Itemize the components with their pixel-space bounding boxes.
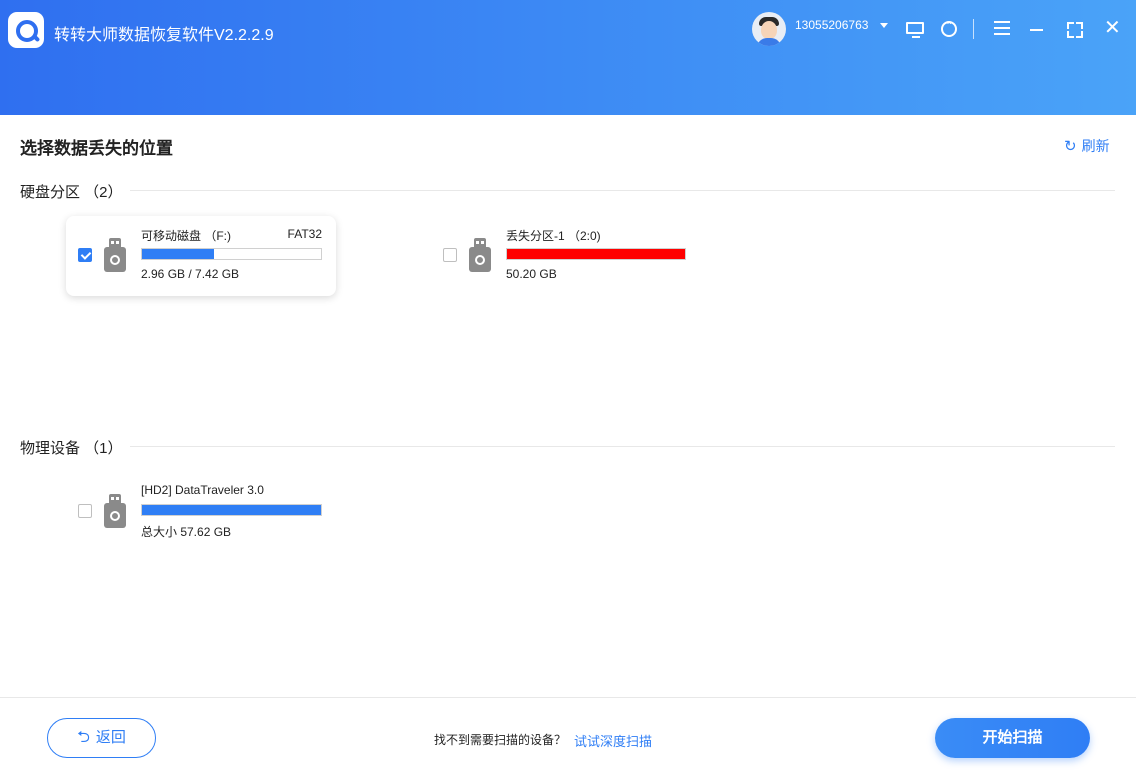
refresh-button[interactable]: ↻ 刷新 [1064,136,1110,156]
device-card-hd2[interactable]: [HD2] DataTraveler 3.0 总大小 57.62 GB [66,472,336,552]
partition-name: 丢失分区-1 （2:0) [506,229,601,243]
partition-name: 可移动磁盘 （F:) [141,229,231,243]
monitor-icon[interactable] [906,22,924,38]
device-name: [HD2] DataTraveler 3.0 [141,483,264,497]
partition-card-f[interactable]: 可移动磁盘 （F:) FAT32 2.96 GB / 7.42 GB [66,216,336,296]
device-checkbox[interactable] [78,504,92,518]
usb-drive-icon [104,238,126,272]
minimize-icon[interactable] [1030,29,1043,31]
partition-filesystem: FAT32 [287,227,322,241]
back-arrow-icon: ⮌ [77,729,90,746]
close-icon[interactable]: ✕ [1104,18,1121,38]
partition-size: 2.96 GB / 7.42 GB [141,267,240,281]
page-title: 选择数据丢失的位置 [20,139,173,158]
usb-drive-icon [469,238,491,272]
section-divider [130,190,1115,191]
refresh-icon: ↻ [1064,138,1077,155]
usb-drive-icon [104,494,126,528]
username[interactable]: 13055206763 [795,18,868,32]
chevron-down-icon[interactable] [880,23,888,28]
section-divider [130,446,1115,447]
usage-bar [141,248,322,260]
partitions-header: 硬盘分区 （2） [20,184,123,201]
menu-icon[interactable] [994,21,1010,35]
footer-divider [0,697,1136,698]
refresh-label: 刷新 [1081,138,1110,154]
partition-checkbox[interactable] [443,248,457,262]
back-label: 返回 [95,729,126,746]
usage-bar-fill [507,249,685,259]
usage-bar [141,504,322,516]
partition-card-lost[interactable]: 丢失分区-1 （2:0) 50.20 GB [431,216,701,296]
usage-bar-fill [142,505,321,515]
app-logo-icon [8,12,44,48]
start-scan-button[interactable]: 开始扫描 [935,718,1090,758]
hint-text: 找不到需要扫描的设备？ [434,733,567,747]
devices-header: 物理设备 （1） [20,440,123,457]
usage-bar [506,248,686,260]
partition-size: 50.20 GB [506,267,557,281]
usage-bar-fill [142,249,214,259]
partition-checkbox[interactable] [78,248,92,262]
deep-scan-link[interactable]: 试试深度扫描 [574,731,652,750]
device-size: 总大小 57.62 GB [141,525,232,539]
customer-service-icon[interactable] [941,18,957,37]
app-title: 转转大师数据恢复软件V2.2.2.9 [54,27,274,44]
title-bar: 转转大师数据恢复软件V2.2.2.9 13055206763 ✕ [0,0,1136,115]
user-avatar[interactable] [752,12,786,46]
back-button[interactable]: ⮌ 返回 [47,718,156,758]
header-divider [973,19,974,39]
maximize-icon[interactable] [1067,22,1083,38]
